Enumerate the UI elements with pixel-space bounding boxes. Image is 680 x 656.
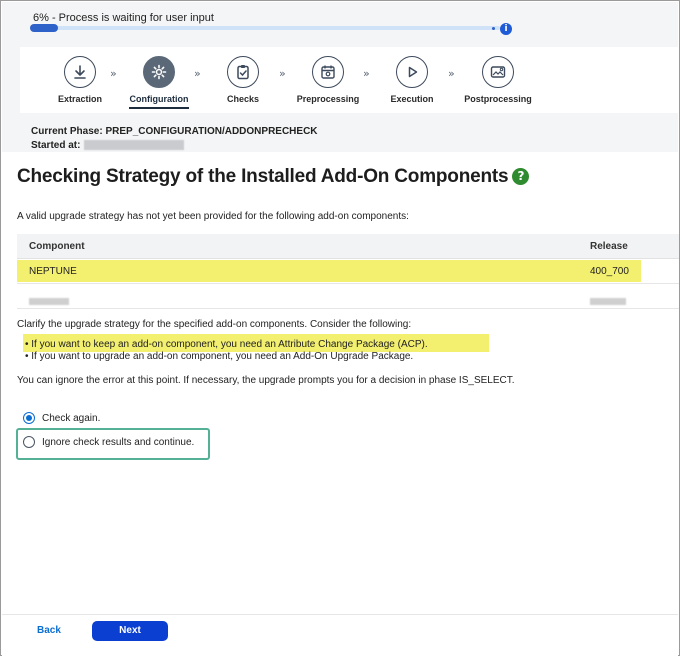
progress-fill [30, 24, 59, 32]
row-highlight [17, 260, 641, 282]
progress-end-marker [492, 27, 495, 30]
header-area: 6% - Process is waiting for user input i… [2, 2, 678, 152]
radio-check-again[interactable]: Check again. [23, 412, 100, 424]
roadmap: Extraction » Configuration » Checks » Pr… [20, 47, 678, 113]
step-label: Execution [390, 94, 434, 104]
table-row[interactable] [17, 284, 679, 309]
image-gear-icon [482, 56, 514, 88]
step-postprocessing[interactable]: Postprocessing [448, 47, 548, 104]
page-title: Checking Strategy of the Installed Add-O… [17, 166, 530, 188]
intro-text: A valid upgrade strategy has not yet bee… [17, 211, 409, 222]
table-row[interactable]: NEPTUNE 400_700 [17, 259, 679, 284]
radio-label: Ignore check results and continue. [42, 436, 195, 448]
ignore-note: You can ignore the error at this point. … [17, 375, 515, 386]
list-item-text: If you want to upgrade an add-on compone… [31, 351, 414, 362]
next-button[interactable]: Next [92, 621, 168, 641]
back-button[interactable]: Back [37, 625, 61, 636]
column-header-component: Component [29, 241, 85, 252]
clipboard-check-icon [227, 56, 259, 88]
addon-table: Component Release NEPTUNE 400_700 [17, 234, 679, 309]
footer-bar: Back Next [2, 614, 678, 656]
active-step-indicator [129, 107, 189, 109]
radio-ignore-continue[interactable]: Ignore check results and continue. [23, 436, 194, 448]
step-label: Postprocessing [464, 94, 532, 104]
clarify-text: Clarify the upgrade strategy for the spe… [17, 319, 412, 330]
calendar-gear-icon [312, 56, 344, 88]
info-icon[interactable]: i [500, 23, 512, 35]
step-execution[interactable]: Execution [362, 47, 462, 104]
help-icon[interactable]: ? [512, 168, 530, 185]
play-icon [396, 56, 428, 88]
list-item: • If you want to keep an add-on componen… [25, 339, 428, 350]
list-item-text: If you want to keep an add-on component,… [31, 339, 428, 350]
download-icon [64, 56, 96, 88]
column-header-release: Release [590, 241, 628, 252]
started-at: Started at: [31, 140, 185, 151]
redacted-value [84, 140, 185, 151]
page-title-text: Checking Strategy of the Installed Add-O… [17, 166, 509, 187]
gear-icon [143, 56, 175, 88]
wizard-window: 6% - Process is waiting for user input i… [0, 0, 680, 656]
table-header: Component Release [17, 234, 679, 259]
guidance-list: • If you want to keep an add-on componen… [25, 339, 428, 363]
radio-label: Check again. [42, 412, 101, 424]
progress-label: 6% - Process is waiting for user input [33, 12, 214, 24]
radio-button[interactable] [23, 412, 35, 424]
cell-component: NEPTUNE [29, 266, 77, 277]
list-item: • If you want to upgrade an add-on compo… [25, 351, 414, 362]
progress-bar [30, 24, 500, 32]
started-at-label: Started at: [31, 140, 81, 151]
current-phase: Current Phase: PREP_CONFIGURATION/ADDONP… [31, 126, 318, 137]
radio-button[interactable] [23, 436, 35, 448]
cell-release: 400_700 [590, 266, 629, 277]
